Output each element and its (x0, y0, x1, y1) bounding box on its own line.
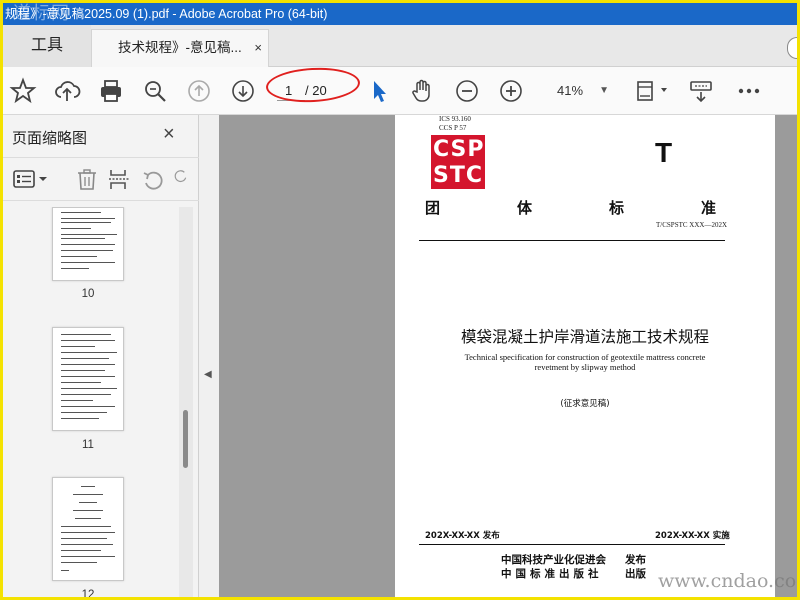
tab-bar: 工具 技术规程》-意见稿... × (3, 25, 797, 67)
help-icon[interactable] (787, 37, 797, 59)
publish-word: 出版 (625, 568, 646, 580)
tab-document[interactable]: 技术规程》-意见稿... × (91, 29, 269, 67)
select-cursor-icon[interactable] (365, 77, 393, 105)
hand-icon[interactable] (408, 77, 436, 105)
ics-code: ICS 93.160 CCS P 57 (439, 115, 471, 132)
publish-date: 202X-XX-XX 发布 (425, 531, 500, 541)
title-bar: 规程》-意见稿2025.09 (1).pdf - Adobe Acrobat P… (3, 3, 797, 25)
thumbnail-label: 12 (81, 589, 95, 597)
standard-type-letter: T (655, 137, 673, 168)
redo-icon[interactable] (173, 167, 189, 191)
standard-code: T/CSPSTC XXX—202X (656, 221, 727, 229)
document-view[interactable]: ICS 93.160 CCS P 57 CSP STC T 团 体 标 准 T/… (219, 115, 797, 597)
panel-title: 页面缩略图 (12, 130, 88, 147)
thumbnail-options-icon[interactable] (13, 167, 49, 191)
tab-document-label: 技术规程》-意见稿... (118, 40, 242, 55)
trash-icon[interactable] (75, 167, 99, 191)
upload-cloud-icon[interactable] (53, 77, 81, 105)
page-thumbnail[interactable] (52, 477, 124, 581)
thumbnail-scrollbar[interactable] (179, 207, 193, 597)
zoom-select[interactable]: 41% ▼ (545, 80, 615, 102)
app-window: 规程》-意见稿2025.09 (1).pdf - Adobe Acrobat P… (3, 3, 797, 597)
page-up-icon[interactable] (185, 77, 213, 105)
chevron-left-icon: ◀ (204, 369, 212, 380)
star-icon[interactable] (9, 77, 37, 105)
page-down-icon[interactable] (229, 77, 257, 105)
zoom-value: 41% (557, 83, 584, 98)
window-title: 规程》-意见稿2025.09 (1).pdf - Adobe Acrobat P… (5, 7, 328, 21)
issuing-org: 中国科技产业化促进会 (501, 554, 606, 566)
main-toolbar: 1 / 20 41% ▼ (3, 65, 797, 115)
publisher-org: 中国标准出版社 (501, 568, 603, 580)
page-thumbnail[interactable] (52, 207, 124, 281)
issue-word: 发布 (625, 554, 646, 566)
thumbnail-scrollbar-thumb[interactable] (183, 410, 188, 468)
zoom-in-icon[interactable] (497, 77, 525, 105)
page-thumbnail[interactable] (52, 327, 124, 431)
chevron-down-icon: ▼ (599, 85, 609, 96)
thumbnail-label: 11 (82, 439, 94, 451)
cspstc-logo: CSP STC (431, 135, 485, 189)
print-icon[interactable] (97, 77, 125, 105)
keyboard-scroll-icon[interactable] (687, 77, 715, 105)
undo-icon[interactable] (141, 167, 165, 191)
fit-page-icon[interactable] (633, 77, 671, 105)
document-title-cn: 模袋混凝土护岸滑道法施工技术规程 (460, 328, 709, 346)
panel-collapse-handle[interactable]: ◀ (199, 115, 219, 597)
document-title-en: Technical specification for construction… (464, 352, 706, 372)
draft-label: (征求意见稿) (560, 399, 610, 409)
insert-pages-icon[interactable] (107, 167, 131, 191)
more-icon[interactable] (735, 77, 763, 105)
thumbnail-label: 10 (81, 288, 95, 300)
divider (419, 544, 725, 545)
divider (419, 240, 725, 241)
implement-date: 202X-XX-XX 实施 (655, 531, 730, 541)
zoom-out-icon[interactable] (453, 77, 481, 105)
tab-tools[interactable]: 工具 (3, 25, 91, 67)
zoom-search-icon[interactable] (141, 77, 169, 105)
panel-toolbar (3, 157, 199, 201)
standard-heading: 团 体 标 准 (425, 199, 717, 217)
thumbnail-panel: 页面缩略图 × 10 11 12 (3, 115, 199, 597)
pdf-page: ICS 93.160 CCS P 57 CSP STC T 团 体 标 准 T/… (395, 115, 775, 597)
tab-close-icon[interactable]: × (254, 30, 262, 66)
thumbnail-list: 10 11 12 (3, 207, 181, 597)
panel-close-icon[interactable]: × (163, 123, 175, 146)
